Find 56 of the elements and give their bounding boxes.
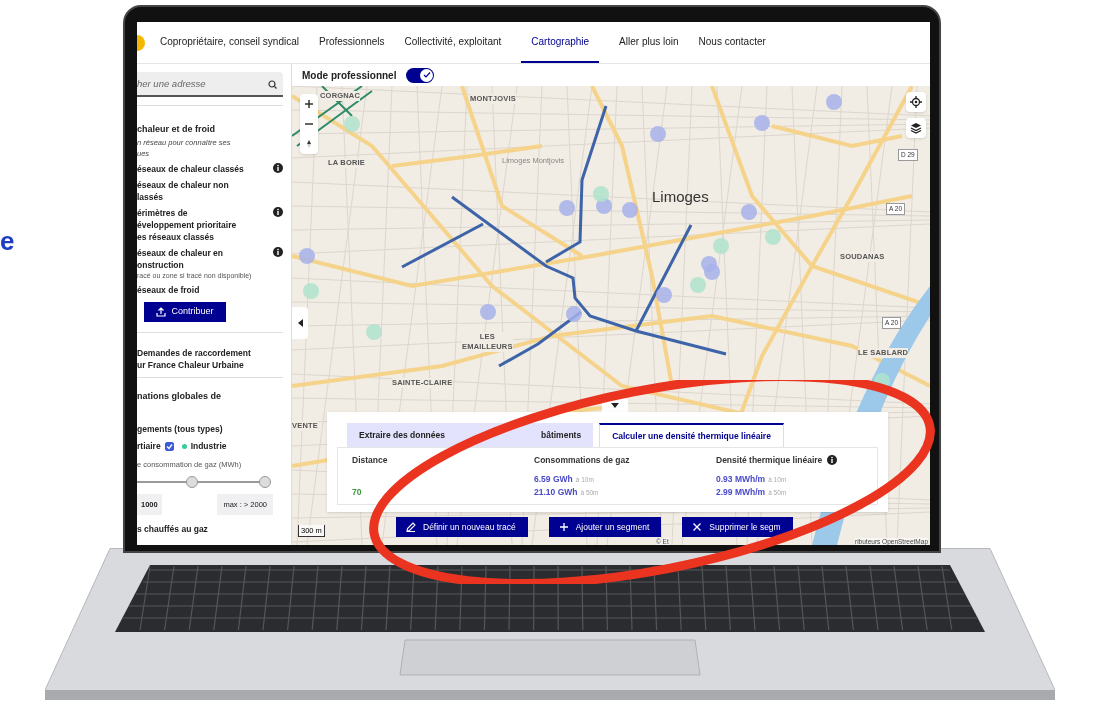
layer-label[interactable]: érimètres de éveloppement prioritaire es réseaux classés: [137, 206, 237, 243]
zoom-in-icon: [304, 99, 314, 109]
locate-button[interactable]: [906, 92, 926, 112]
layer-label[interactable]: éseaux de chaleur classés: [137, 162, 244, 175]
compass-icon: [304, 139, 314, 149]
layer-label[interactable]: Demandes de raccordement ur France Chaleur Urbaine: [137, 346, 283, 371]
caret-down-icon: [611, 402, 619, 408]
search-field[interactable]: her une adresse: [137, 72, 283, 97]
logo-icon: [137, 34, 145, 51]
edge-text: e: [0, 228, 15, 254]
nav-link[interactable]: Aller plus loin: [619, 22, 679, 63]
filter-label: rtiaire: [137, 439, 161, 453]
search-icon: [268, 80, 277, 89]
contribute-button[interactable]: Contribuer: [144, 301, 226, 322]
measurement-value: 6.59 GWh: [534, 472, 573, 486]
collapse-sidebar-button[interactable]: [292, 307, 308, 339]
measurement-value: 2.99 MWh/m: [716, 485, 766, 499]
nav-link[interactable]: Nous contacter: [698, 22, 766, 63]
panel-tab[interactable]: Calculer une densité thermique linéaire: [599, 423, 784, 447]
action-button[interactable]: Supprimer le segm: [682, 517, 793, 537]
filter-label: Industrie: [190, 439, 227, 453]
nav-link[interactable]: Copropriétaire, conseil syndical: [160, 22, 299, 63]
measurement-value: 0.93 MWh/m: [716, 472, 766, 486]
measurement-value: 21.10 GWh: [534, 485, 578, 499]
nav-link[interactable]: Collectivité, exploitant: [404, 22, 502, 63]
locate-icon: [910, 96, 922, 108]
close-icon: [692, 522, 703, 532]
mode-toggle[interactable]: [406, 67, 435, 83]
action-button[interactable]: Définir un nouveau tracé: [396, 517, 528, 537]
section-title: s chauffés au gaz: [137, 523, 209, 536]
pencil-icon: [406, 522, 416, 532]
layer-label[interactable]: éseaux de chaleur non lassés: [137, 178, 229, 203]
layer-label[interactable]: éseaux de chaleur en onstruction: [137, 246, 252, 271]
caret-left-icon: [297, 319, 303, 327]
section-title: chaleur et de froid: [137, 123, 217, 136]
layers-icon: [910, 122, 922, 134]
mode-label: Mode professionnel: [302, 68, 397, 83]
measurement-value: 70: [352, 485, 362, 499]
check-icon: [422, 71, 431, 79]
column-title: Distance: [352, 454, 388, 467]
section-subtitle: gements (tous types): [137, 423, 224, 436]
slider-thumb[interactable]: [259, 475, 271, 488]
action-button[interactable]: Ajouter un segment: [548, 517, 662, 537]
nav-link[interactable]: Professionnels: [318, 22, 385, 63]
layer-label[interactable]: éseaux de froid: [137, 283, 200, 296]
upload-icon: [156, 306, 167, 317]
layers-button[interactable]: [906, 118, 926, 138]
plus-icon: [558, 522, 569, 532]
checkbox[interactable]: [164, 441, 174, 451]
city-label: Limoges: [652, 188, 709, 206]
check-icon: [165, 442, 173, 450]
column-title: Densité thermique linéaire: [716, 454, 823, 467]
slider-thumb[interactable]: [185, 475, 198, 488]
column-title: Consommations de gaz: [534, 454, 630, 467]
section-title: nations globales de: [137, 389, 222, 403]
panel-tab[interactable]: Extraire des données bâtiments: [347, 423, 594, 447]
